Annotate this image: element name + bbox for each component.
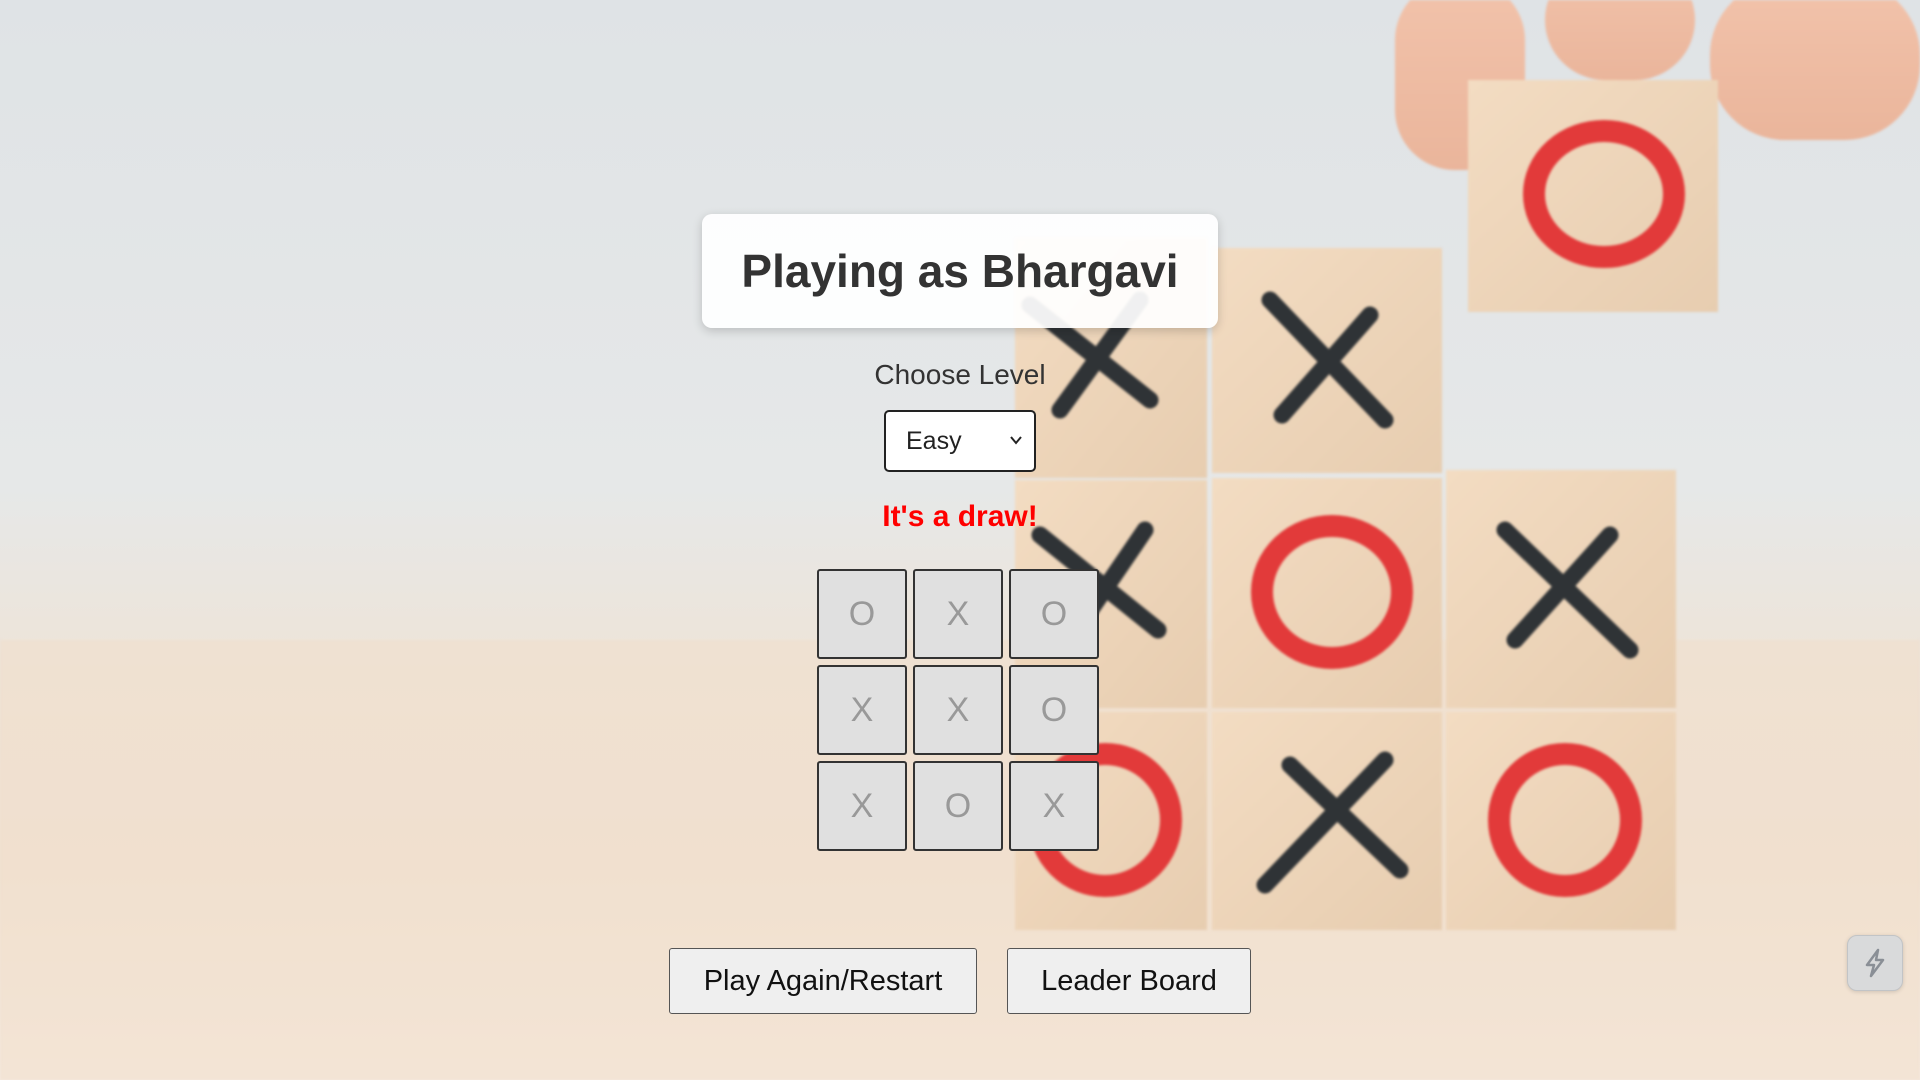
board-cell[interactable]: O [913, 761, 1003, 851]
board-cell[interactable]: O [817, 569, 907, 659]
board-cell[interactable]: O [1009, 569, 1099, 659]
chevron-down-icon [1010, 436, 1022, 445]
leader-board-button[interactable]: Leader Board [1007, 948, 1251, 1014]
level-select[interactable]: Easy [884, 410, 1036, 472]
level-select-value: Easy [906, 426, 962, 455]
board-cell[interactable]: X [817, 665, 907, 755]
game-status-message: It's a draw! [882, 500, 1038, 533]
board-cell[interactable]: X [913, 665, 1003, 755]
board-cell[interactable]: O [1009, 665, 1099, 755]
title-card: Playing as Bhargavi [702, 214, 1218, 328]
board-cell[interactable]: X [1009, 761, 1099, 851]
background-image [0, 0, 1920, 1080]
page-title: Playing as Bhargavi [741, 245, 1179, 297]
game-board: O X O X X O X O X [817, 569, 1103, 855]
board-cell[interactable]: X [817, 761, 907, 851]
choose-level-label: Choose Level [874, 359, 1046, 390]
board-cell[interactable]: X [913, 569, 1003, 659]
floating-widget-button[interactable] [1847, 935, 1903, 991]
play-again-restart-button[interactable]: Play Again/Restart [669, 948, 977, 1014]
lightning-icon [1865, 948, 1885, 978]
